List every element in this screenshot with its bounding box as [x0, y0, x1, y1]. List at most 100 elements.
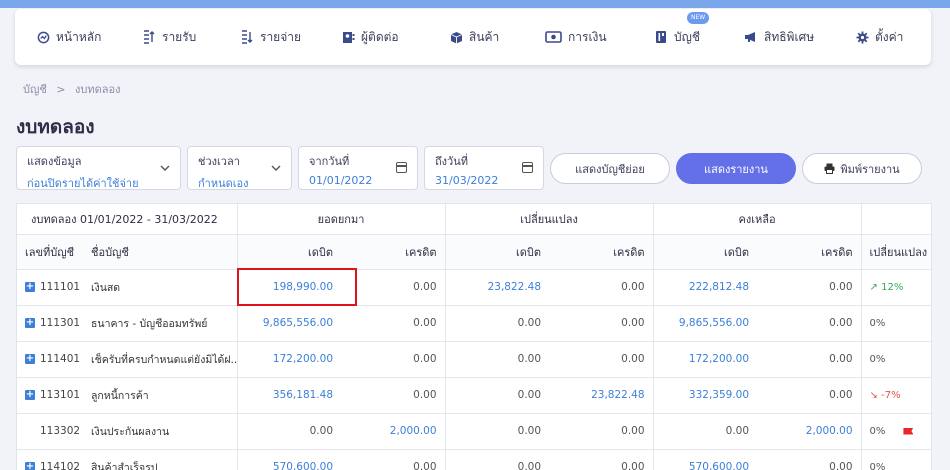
nav-item-finance[interactable]: การเงิน — [544, 9, 607, 65]
chevron-down-icon — [271, 163, 281, 174]
account-code: 113302 — [40, 425, 81, 437]
expand-icon[interactable]: + — [25, 390, 35, 400]
ch-debit-cell[interactable]: 23,822.48 — [445, 269, 550, 306]
expand-icon[interactable]: + — [25, 282, 35, 292]
bf-debit-cell[interactable]: 570,600.00 — [237, 449, 342, 470]
rm-credit-cell: 0.00 — [757, 341, 862, 378]
ch-credit-cell[interactable]: 23,822.48 — [549, 377, 654, 414]
col-rm-credit[interactable]: เครดิต — [757, 234, 862, 270]
from-date-field[interactable]: จากวันที่ 01/01/2022 — [298, 146, 418, 190]
brought-forward-header: ยอดยกมา — [237, 204, 446, 235]
col-code[interactable]: เลขที่บัญชี — [17, 234, 83, 270]
bf-credit-cell: 0.00 — [341, 377, 446, 414]
rm-debit-cell: 0.00 — [653, 413, 758, 450]
rm-credit-cell: 0.00 — [757, 377, 862, 414]
from-date-label: จากวันที่ — [309, 155, 350, 168]
bf-credit-cell: 0.00 — [341, 341, 446, 378]
to-date-field[interactable]: ถึงวันที่ 31/03/2022 — [424, 146, 544, 190]
page-title: งบทดลอง — [16, 116, 95, 138]
show-sub-accounts-button[interactable]: แสดงบัญชีย่อย — [550, 153, 670, 184]
period-select-value: กำหนดเอง — [198, 177, 249, 190]
nav-item-privileges[interactable]: สิทธิพิเศษ — [744, 9, 814, 65]
money-icon — [544, 30, 562, 44]
col-ch-credit[interactable]: เครดิต — [549, 234, 654, 270]
expand-icon[interactable]: + — [25, 354, 35, 364]
table-row: +111101 เงินสด 198,990.00 0.00 23,822.48 0.00… — [17, 269, 931, 306]
table-row: 113302 เงินประกันผลงาน 0.00 2,000.00 0.00 0.0… — [17, 413, 931, 450]
account-code: 111101 — [40, 281, 81, 293]
account-name: เงินสด — [83, 269, 238, 306]
trend-down-icon: ↘ — [869, 390, 882, 401]
nav-item-products[interactable]: สินค้า — [449, 9, 499, 65]
nav-item-label: รายรับ — [162, 29, 197, 44]
book-icon — [654, 30, 668, 44]
period-header: งบทดลอง 01/01/2022 - 31/03/2022 — [17, 204, 238, 235]
ch-credit-cell: 0.00 — [549, 269, 654, 306]
ch-debit-cell: 0.00 — [445, 341, 550, 378]
col-ch-debit[interactable]: เดบิต — [445, 234, 550, 270]
bf-debit-cell[interactable]: 9,865,556.00 — [237, 305, 342, 342]
change-header: เปลี่ยนแปลง — [445, 204, 654, 235]
pct-change-cell: 0% — [861, 341, 931, 378]
breadcrumb-parent-link[interactable]: บัญชี — [23, 83, 47, 96]
main-navbar: หน้าหลัก รายรับ รายจ่าย ผู้ติดต่อ สินค้า… — [15, 9, 931, 65]
account-code: 111401 — [40, 353, 81, 365]
calendar-icon[interactable] — [522, 162, 533, 173]
pct-change-value: 12% — [881, 282, 904, 293]
bf-credit-cell[interactable]: 2,000.00 — [341, 413, 446, 450]
ch-debit-cell: 0.00 — [445, 305, 550, 342]
rm-debit-cell[interactable]: 570,600.00 — [653, 449, 758, 470]
col-bf-debit[interactable]: เดบิต — [237, 234, 342, 270]
nav-item-dashboard[interactable]: หน้าหลัก — [36, 9, 101, 65]
income-icon — [142, 30, 156, 44]
account-code-cell: +113101 — [17, 377, 83, 414]
bf-debit-cell[interactable]: 356,181.48 — [237, 377, 342, 414]
printer-icon — [824, 163, 835, 174]
account-name: ธนาคาร - บัญชีออมทรัพย์ — [83, 305, 238, 342]
ch-credit-cell: 0.00 — [549, 305, 654, 342]
period-select-label: ช่วงเวลา — [198, 155, 240, 168]
print-report-label: พิมพ์รายงาน — [840, 162, 900, 176]
rm-debit-cell[interactable]: 222,812.48 — [653, 269, 758, 306]
print-report-button[interactable]: พิมพ์รายงาน — [802, 153, 922, 184]
account-code-cell: +111401 — [17, 341, 83, 378]
rm-debit-cell[interactable]: 332,359.00 — [653, 377, 758, 414]
account-name: เช็ครับที่ครบกำหนดแต่ยังมิได้ฝ... — [83, 341, 238, 378]
megaphone-icon — [744, 30, 758, 44]
col-name[interactable]: ชื่อบัญชี — [83, 234, 238, 270]
rm-credit-cell[interactable]: 2,000.00 — [757, 413, 862, 450]
rm-debit-cell[interactable]: 172,200.00 — [653, 341, 758, 378]
nav-item-accounting[interactable]: บัญชี NEW — [654, 9, 710, 65]
bf-credit-cell: 0.00 — [341, 449, 446, 470]
breadcrumb: บัญชี > งบทดลอง — [23, 80, 127, 98]
gear-icon — [855, 30, 869, 44]
period-select[interactable]: ช่วงเวลา กำหนดเอง — [187, 146, 292, 190]
top-accent-strip — [0, 0, 950, 8]
rm-debit-cell[interactable]: 9,865,556.00 — [653, 305, 758, 342]
account-code: 111301 — [40, 317, 81, 329]
calendar-icon[interactable] — [396, 162, 407, 173]
display-select[interactable]: แสดงข้อมูล ก่อนปิดรายได้ค่าใช้จ่าย — [16, 146, 181, 190]
nav-item-income[interactable]: รายรับ — [142, 9, 196, 65]
account-name: ลูกหนี้การค้า — [83, 377, 238, 414]
account-code-cell: +111301 — [17, 305, 83, 342]
col-rm-debit[interactable]: เดบิต — [653, 234, 758, 270]
nav-item-settings[interactable]: ตั้งค่า — [855, 9, 903, 65]
bf-credit-cell: 0.00 — [341, 305, 446, 342]
bf-debit-cell[interactable]: 198,990.00 — [237, 269, 342, 306]
table-row: +111401 เช็ครับที่ครบกำหนดแต่ยังมิได้ฝ...… — [17, 341, 931, 378]
expand-icon[interactable]: + — [25, 462, 35, 470]
flag-icon[interactable] — [903, 427, 914, 435]
trial-balance-table: งบทดลอง 01/01/2022 - 31/03/2022 ยอดยกมา … — [16, 203, 932, 470]
nav-item-label: ผู้ติดต่อ — [361, 29, 399, 44]
bf-debit-cell[interactable]: 172,200.00 — [237, 341, 342, 378]
col-pct-change[interactable]: เปลี่ยนแปลง — [861, 234, 931, 270]
nav-item-expense[interactable]: รายจ่าย — [240, 9, 301, 65]
show-report-button[interactable]: แสดงรายงาน — [676, 153, 796, 184]
display-select-label: แสดงข้อมูล — [27, 155, 82, 168]
col-bf-credit[interactable]: เครดิต — [341, 234, 446, 270]
nav-item-contacts[interactable]: ผู้ติดต่อ — [341, 9, 399, 65]
blank-header — [861, 204, 931, 235]
expand-icon[interactable]: + — [25, 318, 35, 328]
nav-item-label: รายจ่าย — [260, 29, 302, 44]
